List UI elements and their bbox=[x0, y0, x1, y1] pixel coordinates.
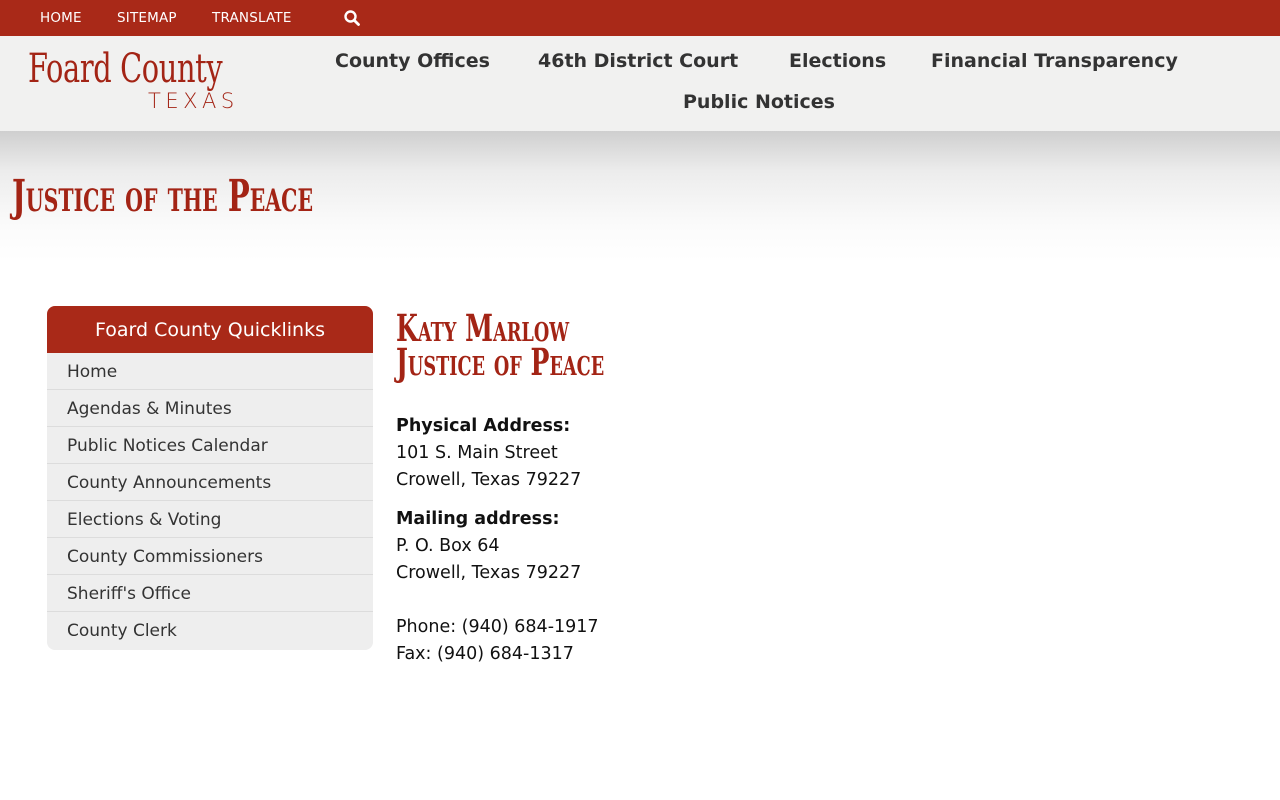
physical-address-line1: 101 S. Main Street bbox=[396, 443, 558, 463]
nav-item-elections[interactable]: Elections bbox=[789, 50, 886, 72]
logo-state-name: TEXAS bbox=[148, 89, 239, 113]
nav-item-county-offices[interactable]: County Offices bbox=[335, 50, 490, 72]
quicklink-county-announcements[interactable]: County Announcements bbox=[47, 464, 373, 501]
physical-address-label: Physical Address: bbox=[396, 416, 571, 436]
quicklinks-title: Foard County Quicklinks bbox=[47, 306, 373, 353]
search-icon[interactable] bbox=[343, 9, 361, 27]
quicklink-elections-voting[interactable]: Elections & Voting bbox=[47, 501, 373, 538]
nav-item-district-court[interactable]: 46th District Court bbox=[538, 50, 738, 72]
page-title: Justice of the Peace bbox=[12, 171, 314, 222]
quicklinks-panel: Foard County Quicklinks Home Agendas & M… bbox=[47, 306, 373, 650]
page-title-band: Justice of the Peace bbox=[0, 131, 1280, 261]
top-link-home[interactable]: HOME bbox=[40, 10, 82, 26]
mailing-address-line2: Crowell, Texas 79227 bbox=[396, 563, 582, 583]
top-link-translate[interactable]: TRANSLATE bbox=[212, 10, 292, 26]
phone-number: Phone: (940) 684-1917 bbox=[396, 617, 599, 637]
mailing-address-line1: P. O. Box 64 bbox=[396, 536, 500, 556]
mailing-address-label: Mailing address: bbox=[396, 509, 560, 529]
quicklink-sheriffs-office[interactable]: Sheriff's Office bbox=[47, 575, 373, 612]
top-link-sitemap[interactable]: SITEMAP bbox=[117, 10, 177, 26]
nav-item-public-notices[interactable]: Public Notices bbox=[683, 91, 835, 113]
logo-county-name: Foard County bbox=[28, 46, 223, 92]
physical-address-line2: Crowell, Texas 79227 bbox=[396, 470, 582, 490]
site-logo[interactable]: Foard County TEXAS bbox=[28, 46, 239, 115]
quicklink-public-notices-calendar[interactable]: Public Notices Calendar bbox=[47, 427, 373, 464]
nav-item-financial-transparency[interactable]: Financial Transparency bbox=[931, 50, 1178, 72]
official-title: Justice of Peace bbox=[396, 340, 605, 384]
quicklink-county-commissioners[interactable]: County Commissioners bbox=[47, 538, 373, 575]
top-utility-bar: HOME SITEMAP TRANSLATE bbox=[0, 0, 1280, 36]
fax-number: Fax: (940) 684-1317 bbox=[396, 644, 574, 664]
site-header: Foard County TEXAS County Offices 46th D… bbox=[0, 36, 1280, 131]
quicklink-home[interactable]: Home bbox=[47, 353, 373, 390]
quicklink-agendas-minutes[interactable]: Agendas & Minutes bbox=[47, 390, 373, 427]
quicklink-county-clerk[interactable]: County Clerk bbox=[47, 612, 373, 649]
